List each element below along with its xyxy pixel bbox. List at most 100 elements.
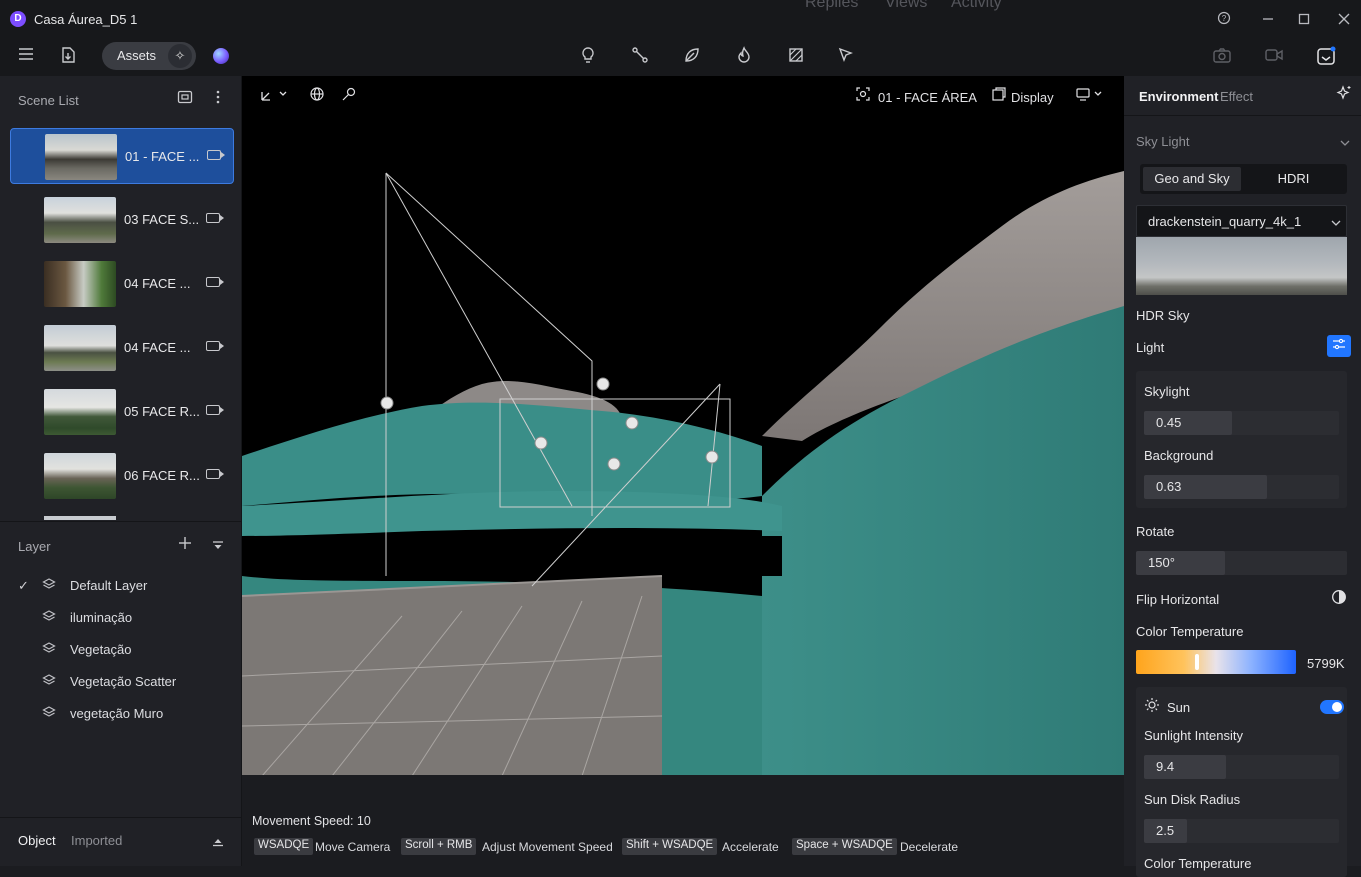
tab-environment[interactable]: Environment xyxy=(1139,89,1218,104)
background-slider[interactable]: 0.63 xyxy=(1144,475,1339,499)
hdri-preview[interactable] xyxy=(1136,237,1347,295)
color-temp-slider[interactable] xyxy=(1136,650,1296,674)
layer-filter-icon[interactable] xyxy=(208,535,228,555)
layer-item[interactable]: Vegetação Scatter xyxy=(18,671,228,693)
flip-horizontal-label: Flip Horizontal xyxy=(1136,592,1220,607)
divider xyxy=(0,521,242,522)
view-mode-icon[interactable] xyxy=(1074,86,1106,108)
layer-item[interactable]: ✓ Default Layer xyxy=(18,575,228,597)
ai-sparkle-icon[interactable] xyxy=(1334,85,1354,105)
divider xyxy=(0,817,242,818)
scene-label: 03 FACE S... xyxy=(124,212,200,227)
scene-item[interactable]: 01 - FACE ... xyxy=(10,128,234,184)
ai-orb-icon[interactable] xyxy=(213,48,229,64)
layer-label: Vegetação Scatter xyxy=(70,674,177,689)
help-icon[interactable]: ? xyxy=(1214,10,1234,30)
path-icon[interactable] xyxy=(629,46,651,68)
viewport[interactable]: 01 - FACE ÁREA Display Movement Speed: 1… xyxy=(242,76,1124,866)
leaf-icon[interactable] xyxy=(681,46,703,68)
pin-tool-icon[interactable] xyxy=(338,86,360,108)
sun-card xyxy=(1136,687,1347,877)
camera-icon[interactable] xyxy=(207,150,225,160)
layer-item[interactable]: Vegetação xyxy=(18,639,228,661)
ghost-menu-activity: Activity xyxy=(951,0,1002,11)
title-bar: D Casa Áurea_D5 1 Replies Views Activity… xyxy=(0,0,1361,38)
svg-text:?: ? xyxy=(1222,14,1227,23)
material-icon[interactable] xyxy=(785,46,807,68)
tab-imported[interactable]: Imported xyxy=(71,833,122,848)
scene-item[interactable]: 04 FACE ... xyxy=(10,320,234,376)
add-layer-icon[interactable] xyxy=(175,535,195,555)
globe-icon[interactable] xyxy=(306,86,328,108)
maximize-icon[interactable] xyxy=(1294,10,1314,30)
left-panel: Scene List 01 - FACE ... 03 FACE S... 04… xyxy=(0,76,242,866)
layers-icon xyxy=(42,609,56,626)
sky-light-header[interactable]: Sky Light xyxy=(1136,134,1189,149)
tab-object[interactable]: Object xyxy=(18,833,56,848)
sun-toggle[interactable] xyxy=(1320,700,1344,714)
transform-gizmo-icon[interactable] xyxy=(258,86,292,108)
display-icon[interactable] xyxy=(988,86,1010,108)
light-bulb-icon[interactable] xyxy=(577,46,599,68)
shortcut-key: Shift + WSADQE xyxy=(622,838,718,855)
chevron-down-icon[interactable] xyxy=(1338,132,1352,146)
sun-icon xyxy=(1142,697,1162,717)
color-temp-knob[interactable] xyxy=(1194,654,1199,670)
rotate-label: Rotate xyxy=(1136,524,1175,539)
video-icon[interactable] xyxy=(1263,46,1285,68)
camera-focus-icon[interactable] xyxy=(852,86,874,108)
color-temp-value: 5799K xyxy=(1307,656,1345,671)
layer-label: iluminação xyxy=(70,610,133,625)
more-options-icon[interactable] xyxy=(208,89,228,109)
camera-icon[interactable] xyxy=(206,469,224,479)
scene-list-title: Scene List xyxy=(18,93,79,108)
sunlight-intensity-slider[interactable]: 9.4 xyxy=(1144,755,1339,779)
camera-name: 01 - FACE ÁREA xyxy=(878,90,977,105)
light-label: Light xyxy=(1136,340,1165,355)
layer-item[interactable]: iluminação xyxy=(18,607,228,629)
shortcut-desc: Move Camera xyxy=(315,840,391,854)
tab-effect[interactable]: Effect xyxy=(1220,89,1253,104)
layers-icon xyxy=(42,705,56,722)
close-icon[interactable] xyxy=(1334,10,1354,30)
minimize-icon[interactable] xyxy=(1258,10,1278,30)
camera-icon[interactable] xyxy=(206,213,224,223)
ai-sparkle-icon[interactable]: ✧ xyxy=(168,44,192,68)
geo-and-sky-option[interactable]: Geo and Sky xyxy=(1143,167,1241,191)
camera-icon[interactable] xyxy=(206,405,224,415)
scene-item[interactable]: 03 FACE S... xyxy=(10,192,234,248)
flip-contrast-icon[interactable] xyxy=(1329,589,1349,609)
sun-color-temp-label: Color Temperature xyxy=(1144,856,1252,871)
add-scene-icon[interactable] xyxy=(175,89,195,109)
sunlight-intensity-value: 9.4 xyxy=(1156,759,1175,774)
skylight-label: Skylight xyxy=(1144,384,1190,399)
camera-icon[interactable] xyxy=(206,277,224,287)
hdri-option[interactable]: HDRI xyxy=(1243,167,1344,191)
render-queue-icon[interactable] xyxy=(1315,46,1337,68)
display-button[interactable]: Display xyxy=(1011,90,1054,105)
import-icon[interactable] xyxy=(57,46,79,68)
layers-icon xyxy=(42,641,56,658)
layer-item[interactable]: vegetação Muro xyxy=(18,703,228,725)
camera-snapshot-icon[interactable] xyxy=(1211,46,1233,68)
scene-item[interactable]: 06 FACE R... xyxy=(10,448,234,504)
sun-disk-radius-slider[interactable]: 2.5 xyxy=(1144,819,1339,843)
scene-render xyxy=(242,171,1124,776)
collapse-icon[interactable] xyxy=(208,832,228,850)
scene-item[interactable]: 04 FACE ... xyxy=(10,256,234,312)
assets-label: Assets xyxy=(117,48,157,63)
skylight-slider[interactable]: 0.45 xyxy=(1144,411,1339,435)
rotate-slider[interactable]: 150° xyxy=(1136,551,1347,575)
shortcut-key: Scroll + RMB xyxy=(401,838,477,855)
light-settings-icon[interactable] xyxy=(1327,335,1351,357)
menu-icon[interactable] xyxy=(15,46,37,68)
sun-disk-radius-label: Sun Disk Radius xyxy=(1144,792,1241,807)
camera-icon[interactable] xyxy=(206,341,224,351)
scene-label: 01 - FACE ... xyxy=(125,149,200,164)
hdri-select[interactable]: drackenstein_quarry_4k_1 xyxy=(1136,205,1347,237)
flame-icon[interactable] xyxy=(733,46,755,68)
layers-icon xyxy=(42,577,56,594)
scene-item[interactable]: 05 FACE R... xyxy=(10,384,234,440)
layers-icon xyxy=(42,673,56,690)
select-tool-icon[interactable] xyxy=(835,46,857,68)
